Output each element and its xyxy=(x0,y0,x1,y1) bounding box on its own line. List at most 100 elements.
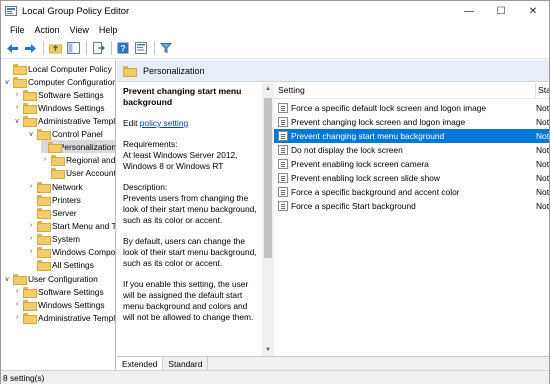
console-tree-icon[interactable] xyxy=(65,40,81,56)
tree-item-label: User Accounts xyxy=(66,167,116,178)
scroll-down-icon[interactable]: ▼ xyxy=(262,344,274,356)
setting-state: Not configured xyxy=(536,158,549,169)
tree-item-system[interactable]: › System xyxy=(27,232,80,245)
policy-setting-icon xyxy=(278,102,288,113)
column-header-state[interactable]: State xyxy=(538,85,549,95)
list-item[interactable]: Prevent enabling lock screen camera Not … xyxy=(274,157,549,171)
maximize-button[interactable]: ☐ xyxy=(485,1,517,21)
list-item[interactable]: Force a specific default lock screen and… xyxy=(274,101,549,115)
tree-item-user-accounts[interactable]: User Accounts xyxy=(41,166,116,179)
title-bar: Local Group Policy Editor — ☐ ✕ xyxy=(1,1,549,21)
menu-view[interactable]: View xyxy=(65,25,94,35)
expand-icon[interactable]: › xyxy=(27,245,35,258)
scroll-thumb[interactable] xyxy=(264,98,272,258)
minimize-button[interactable]: — xyxy=(453,1,485,21)
setting-state: Not configured xyxy=(536,130,549,141)
computer-icon xyxy=(13,77,27,88)
status-text: 8 setting(s) xyxy=(3,372,45,383)
export-list-icon[interactable] xyxy=(90,40,106,56)
collapse-icon[interactable]: ∨ xyxy=(27,127,35,140)
close-button[interactable]: ✕ xyxy=(517,1,549,21)
expand-icon[interactable]: › xyxy=(13,88,21,101)
list-item[interactable]: Prevent changing lock screen and logon i… xyxy=(274,115,549,129)
menu-bar: File Action View Help xyxy=(1,22,549,38)
forward-arrow-icon[interactable] xyxy=(22,40,38,56)
filter-icon[interactable] xyxy=(158,40,174,56)
tree-item-printers[interactable]: Printers xyxy=(27,193,81,206)
expand-icon[interactable]: › xyxy=(27,180,35,193)
description-label: Description: xyxy=(123,182,168,192)
tree-item-user-windows-settings[interactable]: › Windows Settings xyxy=(13,298,105,311)
collapse-icon[interactable]: ∨ xyxy=(13,114,21,127)
status-bar: 8 setting(s) xyxy=(1,370,549,384)
list-item[interactable]: Prevent enabling lock screen slide show … xyxy=(274,171,549,185)
up-folder-icon[interactable] xyxy=(47,40,63,56)
policy-setting-icon xyxy=(278,186,288,197)
tree-item-user-software-settings[interactable]: › Software Settings xyxy=(13,285,104,298)
description-scrollbar[interactable]: ▲ ▼ xyxy=(262,83,274,356)
folder-icon xyxy=(37,234,51,245)
edit-policy-link[interactable]: policy setting xyxy=(140,118,188,128)
scroll-up-icon[interactable]: ▲ xyxy=(262,83,274,95)
list-item[interactable]: Force a specific Start background Not co… xyxy=(274,199,549,213)
expand-icon[interactable]: › xyxy=(13,285,21,298)
all-settings-icon xyxy=(37,260,51,271)
window: Local Group Policy Editor — ☐ ✕ File Act… xyxy=(0,0,550,384)
expand-icon[interactable]: › xyxy=(13,311,21,324)
expand-icon[interactable]: › xyxy=(27,219,35,232)
folder-icon xyxy=(23,90,37,101)
tree-item-control-panel[interactable]: ∨ Control Panel xyxy=(27,127,103,140)
expand-icon[interactable]: › xyxy=(13,298,21,311)
enable-text: If you enable this setting, the user wil… xyxy=(123,279,254,322)
expand-icon[interactable]: › xyxy=(27,232,35,245)
tree-item-start-menu[interactable]: › Start Menu and Taskbar xyxy=(27,219,116,232)
tree-item-root[interactable]: Local Computer Policy xyxy=(3,62,112,75)
setting-name: Do not display the lock screen xyxy=(291,144,403,155)
tree-item-label: System xyxy=(52,233,80,244)
requirements-text: At least Windows Server 2012, Windows 8 … xyxy=(123,150,238,171)
back-arrow-icon[interactable] xyxy=(4,40,20,56)
tree-item-windows-components[interactable]: › Windows Components xyxy=(27,245,116,258)
tab-standard[interactable]: Standard xyxy=(163,357,209,370)
help-icon[interactable]: ? xyxy=(115,40,131,56)
policy-setting-icon xyxy=(278,130,288,141)
tree-item-server[interactable]: Server xyxy=(27,206,77,219)
menu-help[interactable]: Help xyxy=(94,25,123,35)
setting-state: Not configured xyxy=(536,186,549,197)
collapse-icon[interactable]: ∨ xyxy=(3,75,11,88)
list-item-selected[interactable]: Prevent changing start menu background N… xyxy=(274,129,549,143)
tree-item-label: Start Menu and Taskbar xyxy=(52,220,116,231)
list-item[interactable]: Force a specific background and accent c… xyxy=(274,185,549,199)
tree-item-user-configuration[interactable]: ∨ User Configuration xyxy=(3,272,98,285)
tree-item-user-administrative-templates[interactable]: › Administrative Templates xyxy=(13,311,115,324)
column-header-setting[interactable]: Setting xyxy=(278,85,305,95)
details-pane: Personalization Prevent changing start m… xyxy=(117,60,549,370)
tree-item-regional[interactable]: › Regional and Language Options xyxy=(41,153,115,166)
menu-file[interactable]: File xyxy=(5,25,30,35)
tree-item-personalization[interactable]: Personalization xyxy=(41,140,115,153)
tree-item-computer-configuration[interactable]: ∨ Computer Configuration xyxy=(3,75,115,88)
folder-icon xyxy=(123,66,137,77)
tree-item-all-settings[interactable]: All Settings xyxy=(27,258,94,271)
tree-item-software-settings[interactable]: › Software Settings xyxy=(13,88,104,101)
expand-icon[interactable]: › xyxy=(41,153,49,166)
list-header: Setting State xyxy=(274,83,549,99)
properties-icon[interactable] xyxy=(133,40,149,56)
setting-name: Prevent enabling lock screen camera xyxy=(291,158,429,169)
list-item[interactable]: Do not display the lock screen Not confi… xyxy=(274,143,549,157)
policy-setting-icon xyxy=(278,158,288,169)
setting-name: Force a specific background and accent c… xyxy=(291,186,460,197)
tab-extended[interactable]: Extended xyxy=(117,357,164,370)
menu-action[interactable]: Action xyxy=(30,25,65,35)
tree-item-windows-settings[interactable]: › Windows Settings xyxy=(13,101,105,114)
toolbar-separator xyxy=(86,41,87,55)
policy-setting-icon xyxy=(278,172,288,183)
tree-item-network[interactable]: › Network xyxy=(27,180,83,193)
expand-icon[interactable]: › xyxy=(13,101,21,114)
tree-item-label: Windows Components xyxy=(52,246,116,257)
tree-item-administrative-templates[interactable]: ∨ Administrative Templates xyxy=(13,114,115,127)
policy-setting-icon xyxy=(278,200,288,211)
folder-icon xyxy=(37,182,51,193)
tree-item-label: All Settings xyxy=(52,259,94,270)
collapse-icon[interactable]: ∨ xyxy=(3,272,11,285)
